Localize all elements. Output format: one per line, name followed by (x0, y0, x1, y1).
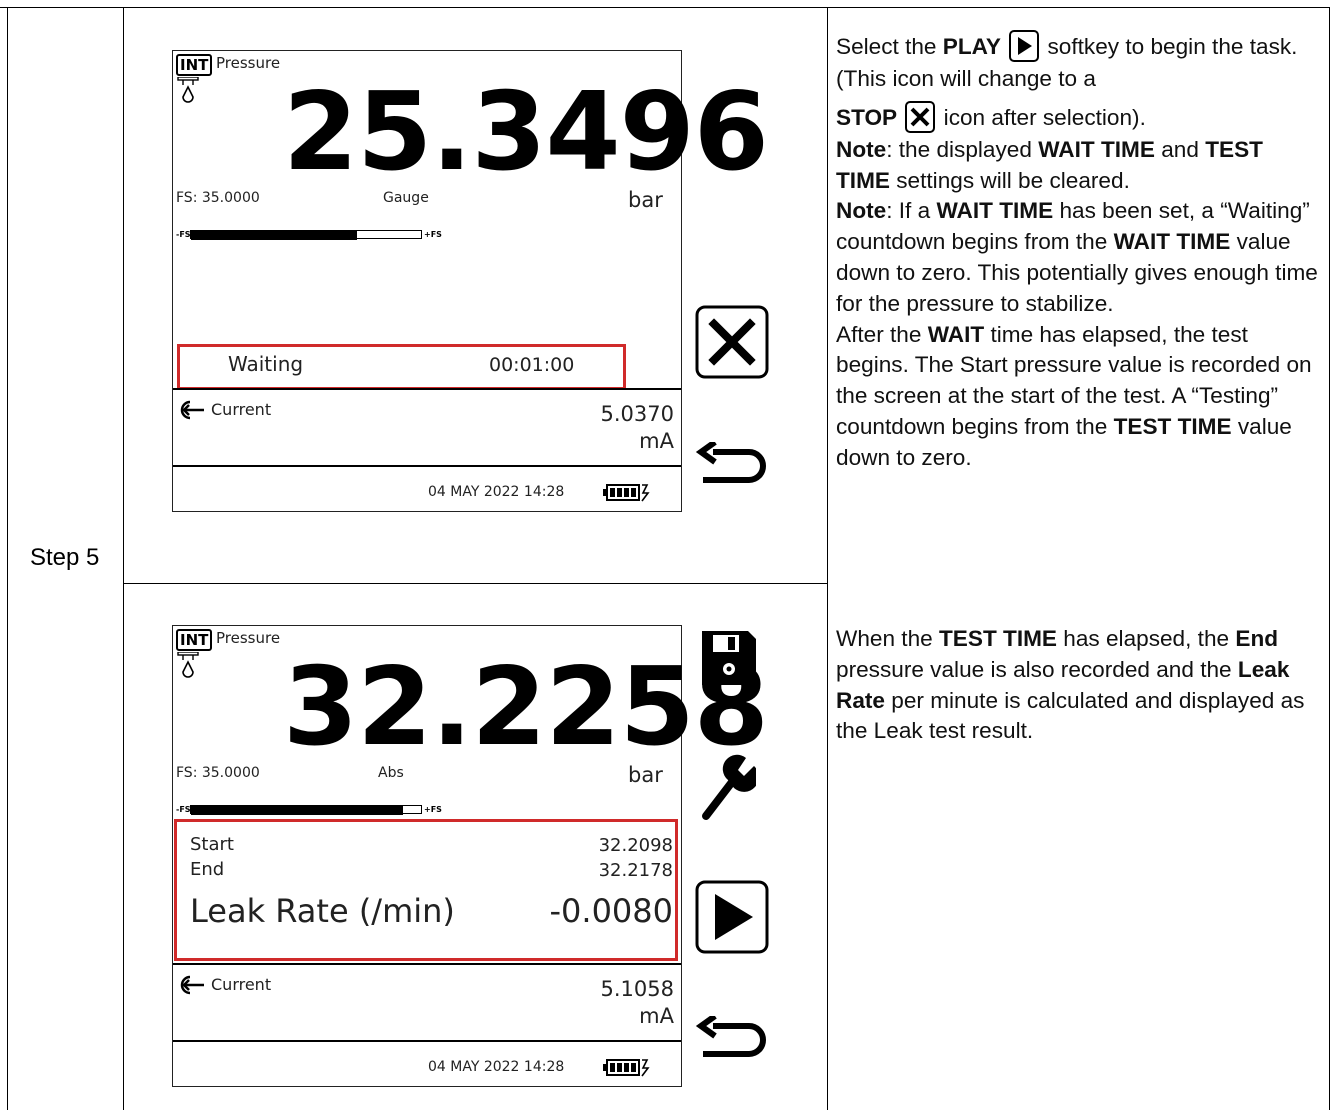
pressure-bar (190, 229, 422, 240)
bar-max-label: +FS (424, 230, 442, 239)
pressure-bar-fill (191, 229, 357, 240)
full-scale-label: FS: 35.0000 (176, 190, 260, 206)
keyword: WAIT TIME (936, 198, 1054, 224)
test-paragraph: After the WAIT time has elapsed, the tes… (836, 320, 1322, 474)
text: has elapsed, the (1057, 626, 1236, 651)
battery-icon (603, 484, 650, 502)
note-1: Note: the displayed WAIT TIME and TEST T… (836, 135, 1322, 197)
divider (173, 963, 681, 965)
save-softkey[interactable] (698, 627, 760, 689)
current-value: 5.0370 (600, 402, 674, 426)
text: pressure value is also recorded and the (836, 656, 1238, 682)
current-input-icon (180, 400, 204, 420)
note-2: Note: If a WAIT TIME has been set, a “Wa… (836, 196, 1322, 319)
back-softkey[interactable] (695, 1016, 769, 1064)
stop-softkey[interactable] (695, 305, 769, 379)
end-value: 32.2178 (598, 860, 673, 881)
text: icon after selection). (937, 104, 1146, 130)
full-scale-label: FS: 35.0000 (176, 765, 260, 781)
note-label: Note (836, 136, 887, 162)
device-screen-result: INT Pressure 32.2258 FS: 35.0000 Abs bar… (172, 625, 769, 1087)
settings-wrench-softkey[interactable] (700, 750, 756, 822)
pressure-unit: bar (628, 763, 663, 787)
result-paragraph: When the TEST TIME has elapsed, the End … (836, 624, 1322, 747)
battery-icon (603, 1059, 650, 1077)
date-time: 04 MAY 2022 14:28 (428, 484, 565, 500)
int-badge: INT (176, 629, 213, 651)
pressure-bar (190, 804, 422, 815)
sensor-icon (177, 652, 199, 678)
play-keyword: PLAY (942, 34, 1001, 59)
current-unit: mA (639, 429, 674, 453)
leak-rate-value: -0.0080 (549, 892, 673, 930)
keyword: TEST TIME (1113, 414, 1232, 440)
keyword: WAIT (927, 321, 985, 347)
footer-divider (173, 465, 681, 467)
column-divider-2 (827, 7, 828, 1110)
play-icon (1009, 30, 1040, 63)
pressure-label: Pressure (216, 629, 281, 647)
current-label: Current (211, 975, 272, 994)
keyword: WAIT TIME (1038, 136, 1155, 162)
date-time: 04 MAY 2022 14:28 (428, 1059, 565, 1075)
end-label: End (190, 859, 225, 880)
step-label: Step 5 (30, 544, 100, 571)
device-screen-waiting: INT Pressure 25.3496 FS: 35.0000 Gauge b… (172, 50, 769, 512)
table-left-border (7, 7, 8, 1110)
leak-rate-label: Leak Rate (/min) (190, 892, 455, 930)
pressure-label: Pressure (216, 54, 281, 72)
column-divider-1 (123, 7, 124, 1110)
text: After the (836, 321, 928, 347)
bar-min-label: -FS (176, 230, 191, 239)
stop-icon (905, 100, 936, 133)
text: Select the (836, 34, 943, 59)
divider (173, 388, 681, 390)
pressure-mode: Gauge (383, 190, 429, 206)
back-softkey[interactable] (695, 442, 769, 490)
start-label: Start (190, 834, 234, 855)
current-unit: mA (639, 1004, 674, 1028)
result-description: When the TEST TIME has elapsed, the End … (836, 624, 1322, 747)
table-top-border (0, 7, 1330, 8)
stop-instruction: STOP icon after selection). (836, 100, 1322, 135)
current-input-icon (180, 975, 204, 995)
text: and (1154, 136, 1206, 162)
sensor-icon (177, 77, 199, 103)
stop-keyword: STOP (836, 104, 898, 130)
current-value: 5.1058 (600, 977, 674, 1001)
bar-max-label: +FS (424, 805, 442, 814)
current-label: Current (211, 400, 272, 419)
text: When the (836, 626, 939, 651)
pressure-reading: 32.2258 (283, 645, 769, 770)
text: : If a (886, 198, 937, 224)
keyword: TEST TIME (939, 626, 1057, 651)
keyword: End (1235, 626, 1279, 651)
int-badge: INT (176, 54, 213, 76)
row-divider (123, 583, 827, 584)
pressure-bar-fill (191, 804, 403, 815)
step-description: Select the PLAY softkey to begin the tas… (836, 30, 1322, 474)
play-instruction: Select the PLAY softkey to begin the tas… (836, 30, 1322, 95)
pressure-mode: Abs (378, 765, 404, 781)
text: : the displayed (886, 136, 1039, 162)
play-softkey[interactable] (695, 880, 769, 954)
note-label: Note (836, 198, 887, 224)
footer-divider (173, 1040, 681, 1042)
text: settings will be cleared. (889, 167, 1130, 193)
bar-min-label: -FS (176, 805, 191, 814)
status-label: Waiting (228, 352, 304, 376)
keyword: WAIT TIME (1113, 229, 1231, 255)
start-value: 32.2098 (598, 835, 673, 856)
pressure-unit: bar (628, 188, 663, 212)
text: per minute is calculated and displayed a… (836, 687, 1305, 744)
status-countdown: 00:01:00 (489, 354, 575, 376)
pressure-reading: 25.3496 (283, 70, 769, 195)
